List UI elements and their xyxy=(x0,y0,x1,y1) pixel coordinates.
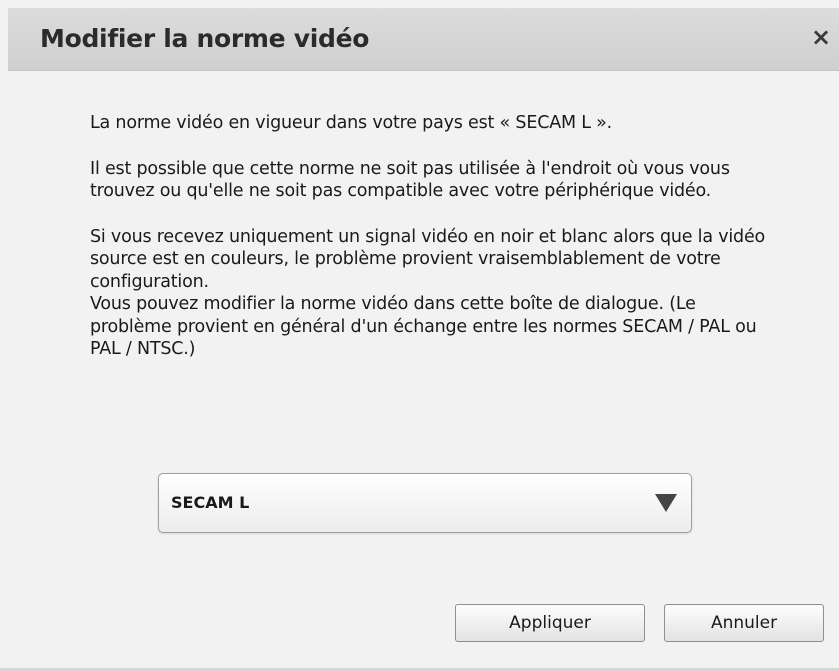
dialog-message: La norme vidéo en vigueur dans votre pay… xyxy=(90,112,780,361)
message-black-white: Si vous recevez uniquement un signal vid… xyxy=(90,226,766,292)
video-norm-select[interactable]: SECAM L xyxy=(158,473,692,533)
message-change-norm: Vous pouvez modifier la norme vidéo dans… xyxy=(90,294,757,359)
message-current-norm: La norme vidéo en vigueur dans votre pay… xyxy=(90,113,613,133)
apply-button[interactable]: Appliquer xyxy=(455,604,645,642)
video-norm-selected-value: SECAM L xyxy=(171,493,250,512)
video-norm-dialog: Modifier la norme vidéo × La norme vidéo… xyxy=(0,0,839,671)
cancel-button[interactable]: Annuler xyxy=(664,604,824,642)
dialog-titlebar: Modifier la norme vidéo × xyxy=(8,8,839,71)
dropdown-arrow-icon[interactable] xyxy=(655,494,677,512)
close-icon[interactable]: × xyxy=(807,22,835,52)
dialog-title: Modifier la norme vidéo xyxy=(40,24,370,53)
message-compatibility: Il est possible que cette norme ne soit … xyxy=(90,158,730,202)
